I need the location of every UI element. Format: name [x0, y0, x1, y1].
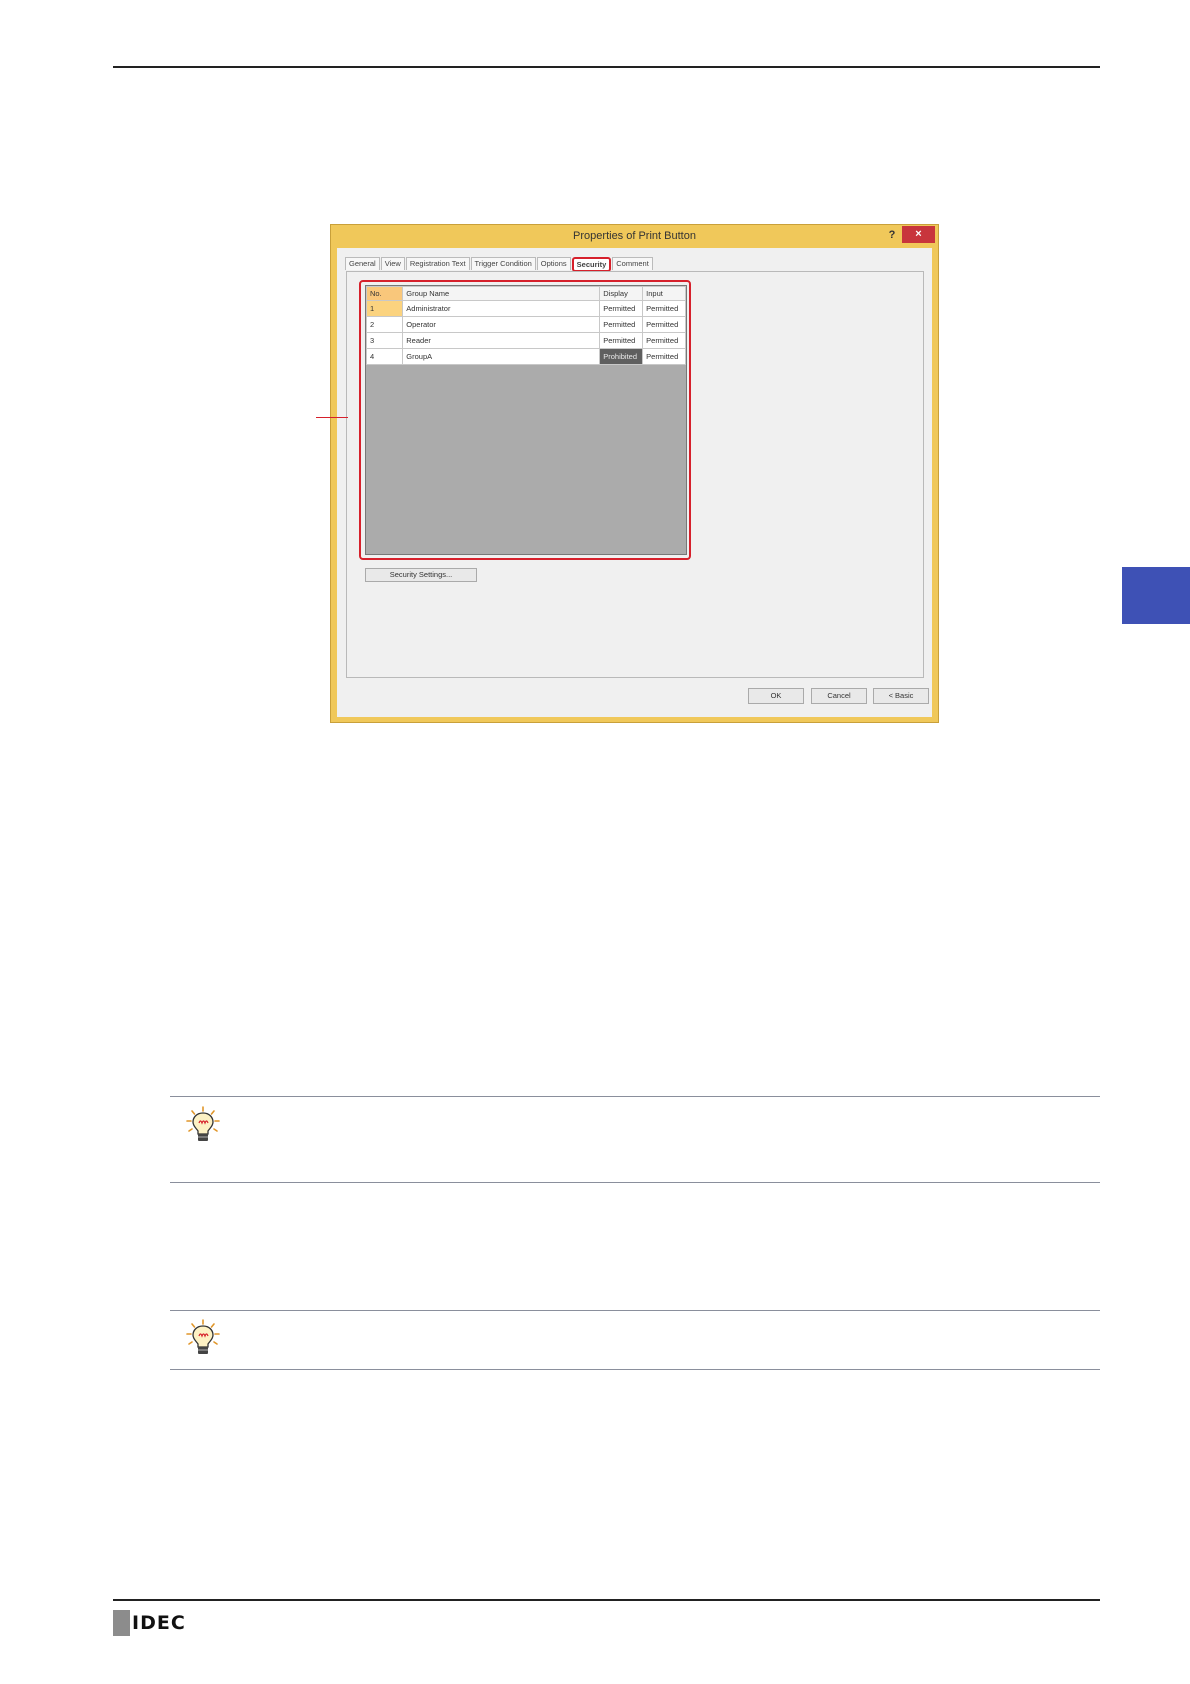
tab-strip: General View Registration Text Trigger C…	[345, 257, 654, 272]
column-header-no[interactable]: No.	[365, 286, 404, 301]
column-header-display[interactable]: Display	[599, 286, 644, 301]
cell-input[interactable]: Permitted	[642, 348, 686, 365]
idec-logo: IDEC	[113, 1610, 186, 1636]
tab-general[interactable]: General	[345, 257, 380, 270]
tab-options[interactable]: Options	[536, 257, 571, 270]
lightbulb-icon	[186, 1319, 220, 1354]
security-table: No. Group Name Display Input 1 Administr…	[365, 286, 686, 365]
dialog-body: General View Registration Text Trigger C…	[337, 248, 932, 717]
cell-no[interactable]: 3	[365, 332, 404, 349]
lightbulb-icon	[186, 1106, 220, 1141]
help-icon[interactable]: ?	[882, 225, 902, 245]
security-grid[interactable]: No. Group Name Display Input 1 Administr…	[365, 285, 687, 555]
ok-button[interactable]: OK	[748, 688, 804, 704]
column-header-input[interactable]: Input	[642, 286, 686, 301]
cell-group-name[interactable]: Administrator	[402, 300, 601, 317]
cell-no[interactable]: 2	[365, 316, 404, 333]
cell-display[interactable]: Prohibited	[599, 348, 644, 365]
close-button[interactable]: ×	[902, 226, 935, 243]
cell-input[interactable]: Permitted	[642, 332, 686, 349]
tab-comment[interactable]: Comment	[612, 257, 653, 270]
hint-box-bottom-rule	[170, 1182, 1100, 1183]
hint-box-top-rule	[170, 1096, 1100, 1097]
callout-line	[316, 417, 348, 418]
cell-display[interactable]: Permitted	[599, 316, 644, 333]
cell-group-name[interactable]: Reader	[402, 332, 601, 349]
tab-security[interactable]: Security	[571, 257, 612, 272]
table-header-row: No. Group Name Display Input	[365, 286, 686, 301]
cell-no[interactable]: 1	[365, 300, 404, 317]
tab-trigger-condition[interactable]: Trigger Condition	[470, 257, 536, 270]
tab-registration-text[interactable]: Registration Text	[405, 257, 470, 270]
table-row[interactable]: 3 Reader Permitted Permitted	[365, 332, 686, 349]
hint-box-bottom-rule	[170, 1369, 1100, 1370]
security-grid-highlight: No. Group Name Display Input 1 Administr…	[359, 280, 691, 560]
cell-display[interactable]: Permitted	[599, 332, 644, 349]
properties-dialog: Properties of Print Button ? × General V…	[330, 224, 939, 723]
security-settings-button[interactable]: Security Settings...	[365, 568, 477, 582]
hint-box-top-rule	[170, 1310, 1100, 1311]
cell-group-name[interactable]: Operator	[402, 316, 601, 333]
cell-group-name[interactable]: GroupA	[402, 348, 601, 365]
cancel-button[interactable]: Cancel	[811, 688, 867, 704]
dialog-title: Properties of Print Button	[573, 230, 696, 242]
logo-mark	[113, 1610, 130, 1636]
footer-rule	[113, 1599, 1100, 1601]
cell-input[interactable]: Permitted	[642, 300, 686, 317]
security-panel: No. Group Name Display Input 1 Administr…	[346, 271, 924, 678]
table-row[interactable]: 2 Operator Permitted Permitted	[365, 316, 686, 333]
chapter-side-tab	[1122, 567, 1190, 624]
basic-button[interactable]: < Basic	[873, 688, 929, 704]
logo-text: IDEC	[132, 1612, 186, 1634]
cell-no[interactable]: 4	[365, 348, 404, 365]
column-header-group-name[interactable]: Group Name	[402, 286, 601, 301]
tab-view[interactable]: View	[380, 257, 405, 270]
cell-display[interactable]: Permitted	[599, 300, 644, 317]
table-row[interactable]: 4 GroupA Prohibited Permitted	[365, 348, 686, 365]
cell-input[interactable]: Permitted	[642, 316, 686, 333]
table-row[interactable]: 1 Administrator Permitted Permitted	[365, 300, 686, 317]
header-rule	[113, 66, 1100, 68]
